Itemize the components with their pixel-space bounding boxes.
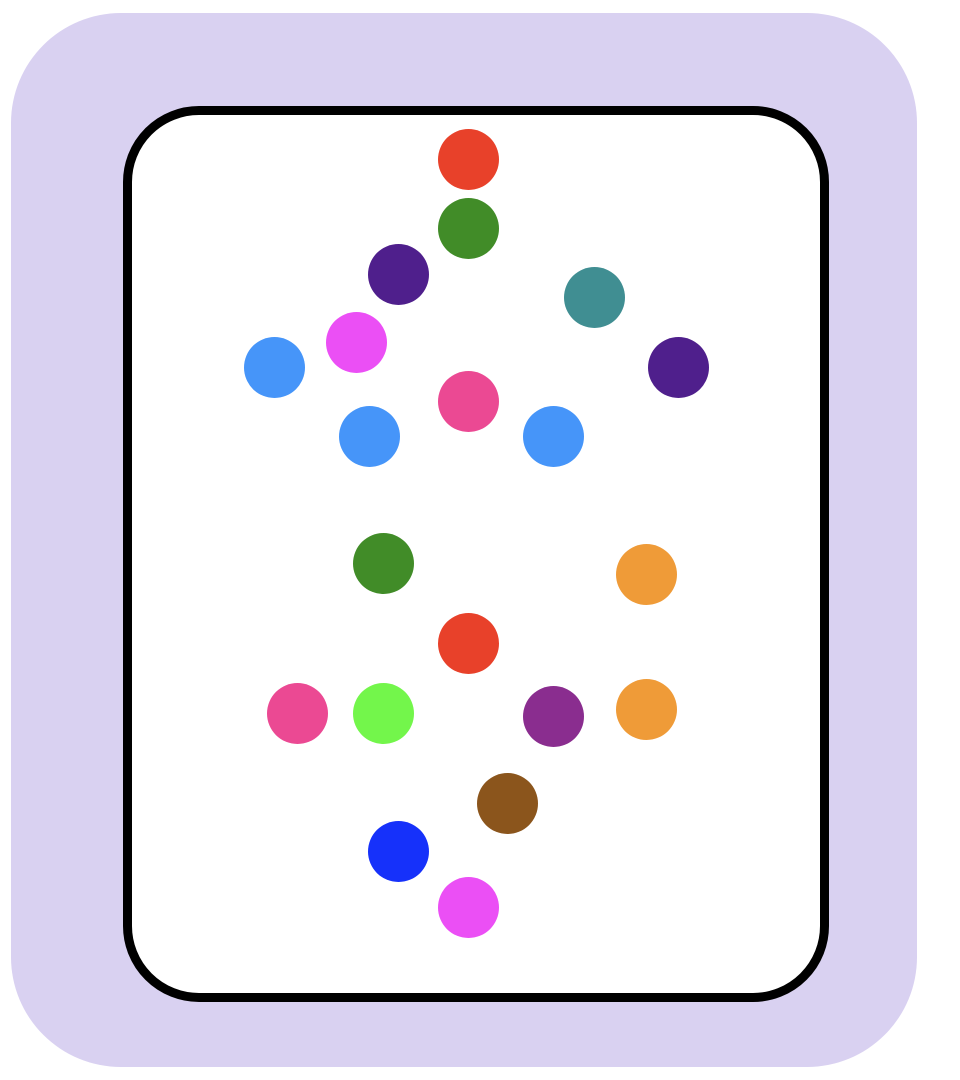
game-dot[interactable] bbox=[243, 336, 305, 398]
game-dot[interactable] bbox=[647, 336, 709, 398]
game-dot[interactable] bbox=[338, 405, 400, 467]
game-dot[interactable] bbox=[437, 128, 499, 190]
game-dot[interactable] bbox=[615, 543, 677, 605]
game-dot[interactable] bbox=[437, 370, 499, 432]
game-dot[interactable] bbox=[352, 682, 414, 744]
game-dot[interactable] bbox=[615, 678, 677, 740]
game-dot[interactable] bbox=[367, 243, 429, 305]
game-dot[interactable] bbox=[522, 405, 584, 467]
game-dot[interactable] bbox=[266, 682, 328, 744]
game-dot[interactable] bbox=[522, 685, 584, 747]
game-dot[interactable] bbox=[476, 772, 538, 834]
game-dot[interactable] bbox=[563, 266, 625, 328]
game-dot[interactable] bbox=[352, 532, 414, 594]
game-dot[interactable] bbox=[367, 820, 429, 882]
game-dot[interactable] bbox=[437, 612, 499, 674]
game-dot[interactable] bbox=[325, 311, 387, 373]
game-dot[interactable] bbox=[437, 197, 499, 259]
game-dot[interactable] bbox=[437, 876, 499, 938]
